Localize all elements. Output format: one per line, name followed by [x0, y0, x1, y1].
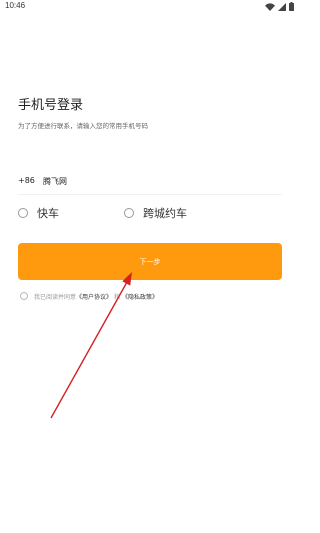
privacy-policy-link[interactable]: 《隐私政策》: [122, 292, 158, 301]
signal-icon: [278, 2, 286, 11]
user-agreement-link[interactable]: 《用户协议》: [76, 292, 112, 301]
agreement-separator: 和: [114, 293, 121, 301]
status-icons: [265, 2, 294, 11]
radio-circle-icon[interactable]: [124, 208, 134, 218]
radio-option-express[interactable]: 快车: [18, 206, 59, 220]
agreement-prefix: 我已阅读并同意: [34, 293, 77, 301]
battery-icon: [289, 2, 294, 11]
radio-label-intercity: 跨城约车: [143, 207, 187, 220]
annotation-arrow-line: [50, 281, 128, 419]
status-time: 10:46: [5, 1, 26, 10]
status-bar: 10:46: [0, 0, 300, 14]
next-button[interactable]: 下一步: [18, 243, 282, 280]
phone-input[interactable]: [43, 173, 163, 189]
radio-label-express: 快车: [37, 207, 59, 220]
agreement-checkbox[interactable]: [20, 292, 28, 300]
agreement-row: 我已阅读并同意 《用户协议》 和 《隐私政策》: [20, 291, 158, 301]
page-title: 手机号登录: [18, 98, 84, 113]
country-code[interactable]: +86: [18, 176, 35, 185]
phone-row: +86: [18, 173, 282, 189]
wifi-icon: [265, 2, 275, 11]
radio-circle-icon[interactable]: [18, 208, 28, 218]
page-subtitle: 为了方便进行联系，请输入您的常用手机号码: [18, 122, 148, 130]
phone-divider: [18, 194, 282, 195]
radio-option-intercity[interactable]: 跨城约车: [124, 206, 187, 220]
